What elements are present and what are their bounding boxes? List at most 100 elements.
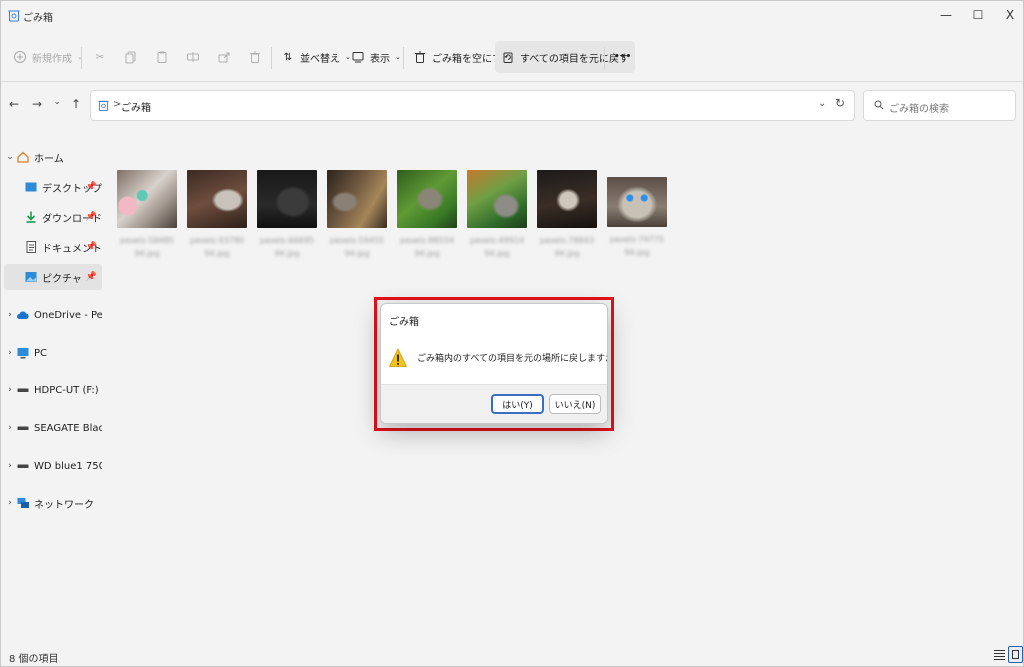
- sidebar-item-pictures[interactable]: ピクチャ 📌: [4, 264, 102, 290]
- file-item[interactable]: pexels-79775 94.jpg: [607, 177, 667, 259]
- close-button[interactable]: X: [995, 5, 1024, 25]
- file-item[interactable]: pexels-59455 94.jpg: [327, 170, 387, 260]
- cat-photo-thumbnail: [537, 170, 597, 228]
- cat-photo-thumbnail: [257, 170, 317, 228]
- delete-button[interactable]: [242, 41, 268, 73]
- file-item[interactable]: pexels-78843 94.jpg: [537, 170, 597, 260]
- toolbar-divider: [403, 47, 404, 69]
- file-item[interactable]: pexels-93780 94.jpg: [187, 170, 247, 260]
- dialog-message: ごみ箱内のすべての項目を元の場所に戻しますか?: [417, 354, 608, 364]
- pin-icon: 📌: [85, 272, 97, 282]
- sidebar-item-documents[interactable]: ドキュメント 📌: [4, 234, 102, 260]
- pin-icon: 📌: [85, 182, 97, 192]
- title-bar: ごみ箱 — ☐ X: [1, 1, 1023, 31]
- file-name: pexels-88554: [400, 236, 454, 245]
- file-item[interactable]: pexels-66695 94.jpg: [257, 170, 317, 260]
- toolbar-divider: [271, 47, 272, 69]
- chevron-down-icon: ⌄: [395, 53, 401, 61]
- file-extension: 94.jpg: [204, 249, 230, 258]
- navigation-pane: ⌄ ホーム デスクトップ 📌 ダウンロード 📌 ドキュメント 📌 ピクチャ 📌 …: [1, 131, 103, 641]
- toolbar-bottom-divider: [1, 81, 1023, 82]
- chevron-right-icon[interactable]: ›: [4, 498, 16, 508]
- sidebar-item-wd-blue[interactable]: › WD blue1 750gb (P:): [4, 453, 102, 479]
- chevron-right-icon[interactable]: ›: [4, 385, 16, 395]
- file-item[interactable]: pexels-49914 94.jpg: [467, 170, 527, 260]
- chevron-right-icon[interactable]: ›: [4, 461, 16, 471]
- address-bar[interactable]: > ごみ箱 ⌄: [90, 90, 855, 121]
- warning-icon: [389, 348, 407, 367]
- view-label: 表示: [370, 53, 390, 65]
- sidebar-item-label: WD blue1 750gb (P:): [34, 460, 102, 472]
- restore-icon: [503, 52, 513, 63]
- address-history-chevron-icon[interactable]: ⌄: [818, 98, 826, 109]
- file-name: pexels-79775: [610, 235, 664, 244]
- cut-button[interactable]: ✂: [87, 41, 113, 73]
- sidebar-item-pc[interactable]: › PC: [4, 340, 102, 366]
- forward-arrow-icon[interactable]: →: [30, 97, 44, 113]
- sidebar-item-drive-f[interactable]: › HDPC-UT (F:): [4, 377, 102, 403]
- sidebar-item-downloads[interactable]: ダウンロード 📌: [4, 204, 102, 230]
- minimize-button[interactable]: —: [931, 5, 961, 25]
- dialog-title: ごみ箱: [389, 317, 419, 328]
- file-extension: 94.jpg: [134, 249, 160, 258]
- maximize-button[interactable]: ☐: [963, 5, 993, 25]
- file-extension: 94.jpg: [414, 249, 440, 258]
- cat-photo-thumbnail: [117, 170, 177, 228]
- sidebar-item-desktop[interactable]: デスクトップ 📌: [4, 174, 102, 200]
- large-icons-view-icon[interactable]: [1008, 646, 1023, 663]
- copy-button[interactable]: [118, 41, 144, 73]
- file-extension: 94.jpg: [344, 249, 370, 258]
- refresh-icon[interactable]: ↻: [835, 96, 845, 110]
- drive-icon: [17, 464, 29, 468]
- sidebar-item-label: OneDrive - Personal: [34, 309, 102, 321]
- search-icon: [874, 100, 884, 110]
- file-name: pexels-58485: [120, 236, 174, 245]
- file-item[interactable]: pexels-58485 94.jpg: [117, 170, 177, 260]
- sidebar-item-onedrive[interactable]: › OneDrive - Personal: [4, 302, 102, 328]
- copy-icon: [125, 51, 136, 64]
- file-name: pexels-78843: [540, 236, 594, 245]
- details-view-icon[interactable]: [993, 648, 1006, 662]
- up-arrow-icon[interactable]: ↑: [69, 97, 83, 113]
- computer-icon: [17, 348, 29, 359]
- share-button[interactable]: [211, 41, 237, 73]
- trash-icon: [415, 51, 425, 63]
- cat-photo-thumbnail: [397, 170, 457, 228]
- sidebar-item-home[interactable]: ⌄ ホーム: [4, 144, 102, 170]
- breadcrumb-recycle-bin[interactable]: ごみ箱: [121, 99, 151, 114]
- dialog-button-bar: はい(Y) いいえ(N): [381, 384, 607, 423]
- file-name: pexels-59455: [330, 236, 384, 245]
- yes-button[interactable]: はい(Y): [491, 394, 544, 414]
- view-button[interactable]: 表示 ⌄: [345, 41, 407, 73]
- no-button[interactable]: いいえ(N): [549, 394, 601, 414]
- sidebar-item-label: HDPC-UT (F:): [34, 384, 99, 396]
- sidebar-item-network[interactable]: › ネットワーク: [4, 490, 102, 516]
- search-box[interactable]: ごみ箱の検索: [863, 90, 1016, 121]
- file-extension: 94.jpg: [484, 249, 510, 258]
- more-options-button[interactable]: •••: [608, 41, 637, 73]
- chevron-right-icon[interactable]: ›: [4, 348, 16, 358]
- chevron-right-icon[interactable]: ›: [4, 423, 16, 433]
- toolbar-divider: [604, 47, 605, 69]
- sidebar-item-seagate[interactable]: › SEAGATE Black 1tb (: [4, 415, 102, 441]
- download-icon: [26, 211, 36, 223]
- sidebar-item-label: SEAGATE Black 1tb (: [34, 422, 102, 434]
- pin-icon: 📌: [85, 242, 97, 252]
- back-arrow-icon[interactable]: ←: [7, 97, 21, 113]
- rename-button[interactable]: [180, 41, 206, 73]
- chevron-right-icon[interactable]: ›: [4, 310, 16, 320]
- file-item[interactable]: pexels-88554 94.jpg: [397, 170, 457, 260]
- paste-button[interactable]: [149, 41, 175, 73]
- sidebar-item-label: ネットワーク: [34, 499, 94, 511]
- search-placeholder: ごみ箱の検索: [889, 104, 949, 115]
- recent-locations-chevron-icon[interactable]: ⌄: [50, 97, 64, 113]
- new-button[interactable]: 新規作成 ⌄: [7, 41, 89, 73]
- drive-icon: [17, 388, 29, 392]
- chevron-down-icon[interactable]: ⌄: [4, 152, 16, 162]
- document-icon: [26, 241, 36, 253]
- share-icon: [218, 52, 230, 63]
- command-bar: 新規作成 ⌄ ✂ ⇅ 並べ替え ⌄ 表示 ⌄ ごみ箱を空にする すべての項目を元…: [1, 35, 1023, 79]
- rename-icon: [187, 52, 199, 62]
- file-extension: 94.jpg: [624, 248, 650, 257]
- toolbar-divider: [81, 47, 82, 69]
